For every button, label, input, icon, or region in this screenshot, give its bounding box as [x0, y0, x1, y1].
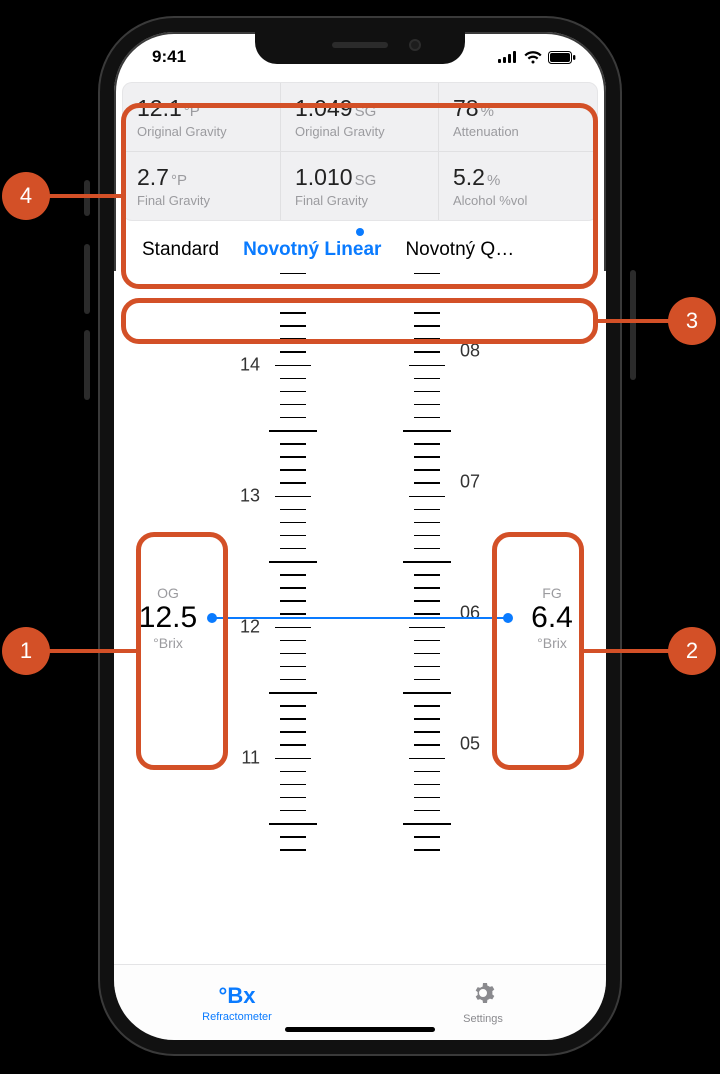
tab-refractometer[interactable]: °Bx Refractometer [114, 983, 360, 1023]
wifi-icon [524, 51, 542, 64]
stat-fg-sg: 1.010SG Final Gravity [281, 152, 439, 220]
fg-reading-unit: °Brix [512, 635, 592, 651]
og-reading-box[interactable]: OG 12.5 °Brix [128, 585, 208, 651]
scale-label: 06 [460, 603, 480, 624]
og-reading-tag: OG [128, 585, 208, 601]
og-reading-value: 12.5 [128, 601, 208, 635]
scale-label: 11 [241, 747, 260, 768]
fg-reading-value: 6.4 [512, 601, 592, 635]
stat-fg-plato: 2.7°P Final Gravity [123, 152, 281, 220]
home-indicator[interactable] [285, 1027, 435, 1032]
cell-signal-icon [498, 51, 518, 63]
stat-og-sg: 1.049SG Original Gravity [281, 83, 439, 152]
phone-power-button [630, 270, 636, 380]
scale-label: 05 [460, 734, 480, 755]
phone-volume-down [84, 330, 90, 400]
annotation-line-3 [598, 319, 672, 323]
formula-option-novotny-q[interactable]: Novotný Q… [405, 239, 514, 261]
results-panel: 12.1°P Original Gravity 1.049SG Original… [122, 82, 598, 221]
status-time: 9:41 [152, 47, 186, 67]
scale-label: 08 [460, 341, 480, 362]
bx-icon: °Bx [114, 983, 360, 1009]
phone-volume-up [84, 244, 90, 314]
indicator-line [212, 617, 508, 619]
stat-og-plato: 12.1°P Original Gravity [123, 83, 281, 152]
formula-option-standard[interactable]: Standard [142, 239, 219, 261]
gear-icon [360, 981, 606, 1011]
annotation-line-2 [584, 649, 672, 653]
scale-label: 14 [240, 354, 260, 375]
formula-option-novotny-linear[interactable]: Novotný Linear [243, 239, 381, 261]
tab-settings[interactable]: Settings [360, 981, 606, 1025]
page-indicator-dot [356, 228, 364, 236]
phone-frame: 9:41 12.1°P Original Gravity 1.049SG Ori… [100, 18, 620, 1054]
stat-attenuation: 78% Attenuation [439, 83, 597, 152]
annotation-badge-1: 1 [2, 627, 50, 675]
screen: 9:41 12.1°P Original Gravity 1.049SG Ori… [114, 32, 606, 1040]
scale-label: 13 [240, 485, 260, 506]
battery-icon [548, 51, 576, 64]
formula-picker[interactable]: Standard Novotný Linear Novotný Q… [122, 233, 598, 271]
status-bar: 9:41 [114, 32, 606, 78]
fg-reading-tag: FG [512, 585, 592, 601]
fg-reading-box[interactable]: FG 6.4 °Brix [512, 585, 592, 651]
annotation-badge-4: 4 [2, 172, 50, 220]
stat-abv: 5.2% Alcohol %vol [439, 152, 597, 220]
scale-label: 12 [240, 616, 260, 637]
status-indicators [498, 51, 576, 64]
annotation-line-4 [48, 194, 121, 198]
annotation-line-1 [48, 649, 136, 653]
phone-silent-switch [84, 180, 90, 216]
refractometer-scale[interactable]: 14 13 12 11 08 07 06 05 OG 12.5 °Brix FG 6.4 °B… [114, 271, 606, 964]
og-reading-unit: °Brix [128, 635, 208, 651]
annotation-badge-3: 3 [668, 297, 716, 345]
scale-label: 07 [460, 472, 480, 493]
annotation-badge-2: 2 [668, 627, 716, 675]
